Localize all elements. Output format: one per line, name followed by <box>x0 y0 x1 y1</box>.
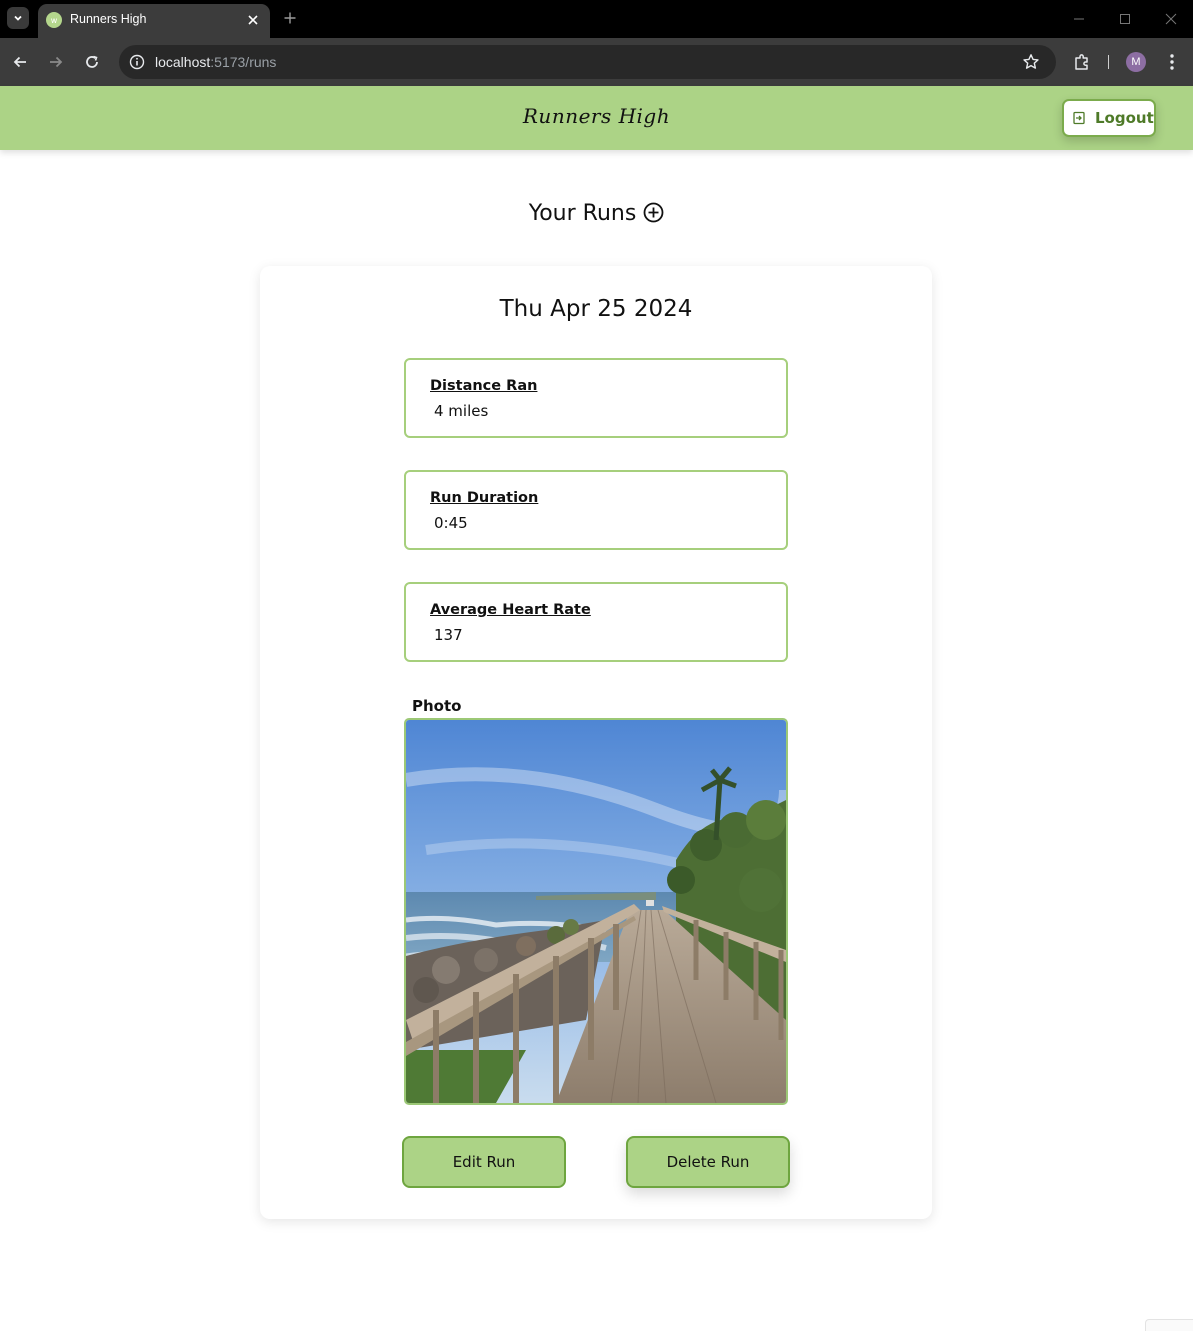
chevron-down-icon <box>14 15 22 21</box>
bookmark-star-icon[interactable] <box>1020 51 1042 73</box>
puzzle-icon <box>1075 54 1088 70</box>
maximize-icon <box>1120 14 1130 24</box>
delete-run-button[interactable]: Delete Run <box>626 1136 790 1188</box>
minimize-button[interactable] <box>1068 8 1090 30</box>
reload-icon <box>86 55 98 68</box>
close-icon <box>248 15 258 25</box>
tab-title: Runners High <box>70 12 147 26</box>
maximize-button[interactable] <box>1114 8 1136 30</box>
site-info-icon[interactable] <box>126 51 148 73</box>
photo-label: Photo <box>412 697 462 715</box>
arrow-left-icon <box>13 56 26 68</box>
logout-label: Logout <box>1095 109 1154 127</box>
extensions-button[interactable] <box>1070 50 1094 74</box>
url-text: localhost:5173/runs <box>155 54 277 70</box>
stat-value: 137 <box>434 626 463 644</box>
edit-run-button[interactable]: Edit Run <box>402 1136 566 1188</box>
kebab-menu-icon <box>1170 54 1174 70</box>
page-title-row: Your Runs <box>0 201 1193 226</box>
profile-avatar[interactable]: M <box>1126 52 1146 72</box>
run-date: Thu Apr 25 2024 <box>499 296 693 322</box>
stat-label: Average Heart Rate <box>430 602 591 618</box>
browser-toolbar: localhost:5173/runs M <box>0 38 1193 86</box>
window-close-button[interactable] <box>1160 8 1182 30</box>
address-bar[interactable]: localhost:5173/runs <box>119 45 1056 79</box>
plus-circle-icon <box>643 202 664 222</box>
tab-search-button[interactable] <box>7 7 29 29</box>
corner-widget <box>1145 1319 1193 1331</box>
brand-logo[interactable]: Runners High <box>0 104 1193 128</box>
stat-value: 4 miles <box>434 402 489 420</box>
favicon-icon: w <box>46 12 62 28</box>
back-button[interactable] <box>8 50 32 74</box>
logout-icon <box>1073 111 1085 125</box>
reload-button[interactable] <box>80 50 104 74</box>
browser-tab[interactable]: w Runners High <box>38 4 270 38</box>
duration-stat-box: Run Duration 0:45 <box>404 470 788 550</box>
minimize-icon <box>1074 18 1084 20</box>
heart-rate-stat-box: Average Heart Rate 137 <box>404 582 788 662</box>
run-card: Thu Apr 25 2024 Distance Ran 4 miles Run… <box>260 266 932 1219</box>
close-icon <box>1165 13 1177 25</box>
browser-menu-button[interactable] <box>1160 50 1184 74</box>
logout-button[interactable]: Logout <box>1062 99 1156 137</box>
toolbar-divider <box>1108 55 1109 69</box>
stat-value: 0:45 <box>434 514 468 532</box>
arrow-right-icon <box>50 56 63 68</box>
app-header: Runners High Logout <box>0 86 1193 150</box>
distance-stat-box: Distance Ran 4 miles <box>404 358 788 438</box>
tab-close-button[interactable] <box>244 11 262 29</box>
browser-tab-strip: w Runners High <box>0 0 1193 38</box>
run-photo <box>404 718 788 1105</box>
forward-button[interactable] <box>44 50 68 74</box>
new-tab-button[interactable] <box>280 8 300 28</box>
stat-label: Run Duration <box>430 490 539 506</box>
plus-icon <box>284 12 296 24</box>
stat-label: Distance Ran <box>430 378 538 394</box>
page-title: Your Runs <box>528 201 637 226</box>
add-run-button[interactable] <box>642 201 664 223</box>
